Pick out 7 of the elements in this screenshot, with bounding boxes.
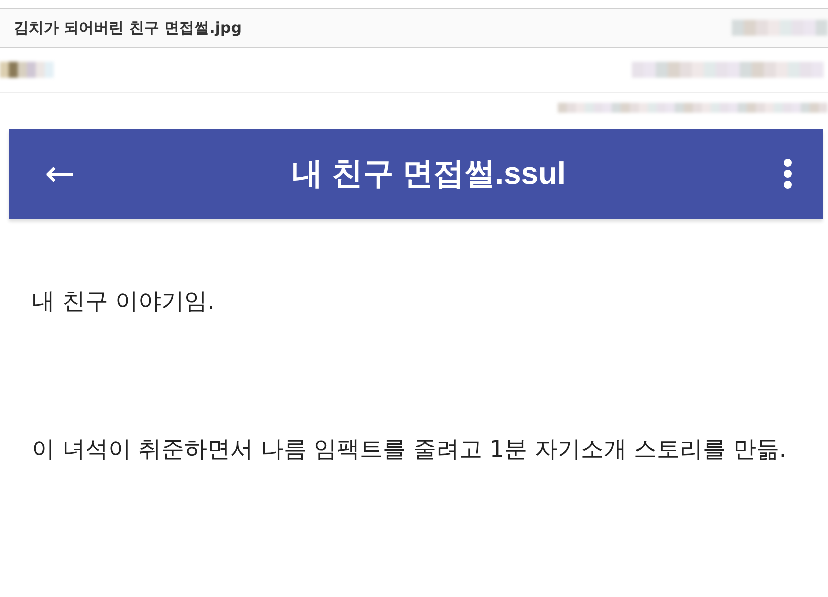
body-paragraph: 내 친구 이야기임. <box>32 288 216 317</box>
app-title: 내 친구 면접썰.ssul <box>291 155 568 193</box>
blurred-area <box>0 62 54 78</box>
more-icon[interactable] <box>783 158 793 190</box>
body-paragraph: 이 녀석이 취준하면서 나름 임팩트를 줄려고 1분 자기소개 스토리를 만듦. <box>32 436 788 465</box>
post-title: 김치가 되어버린 친구 면접썰.jpg <box>14 18 242 38</box>
back-button[interactable]: ← <box>45 154 76 194</box>
